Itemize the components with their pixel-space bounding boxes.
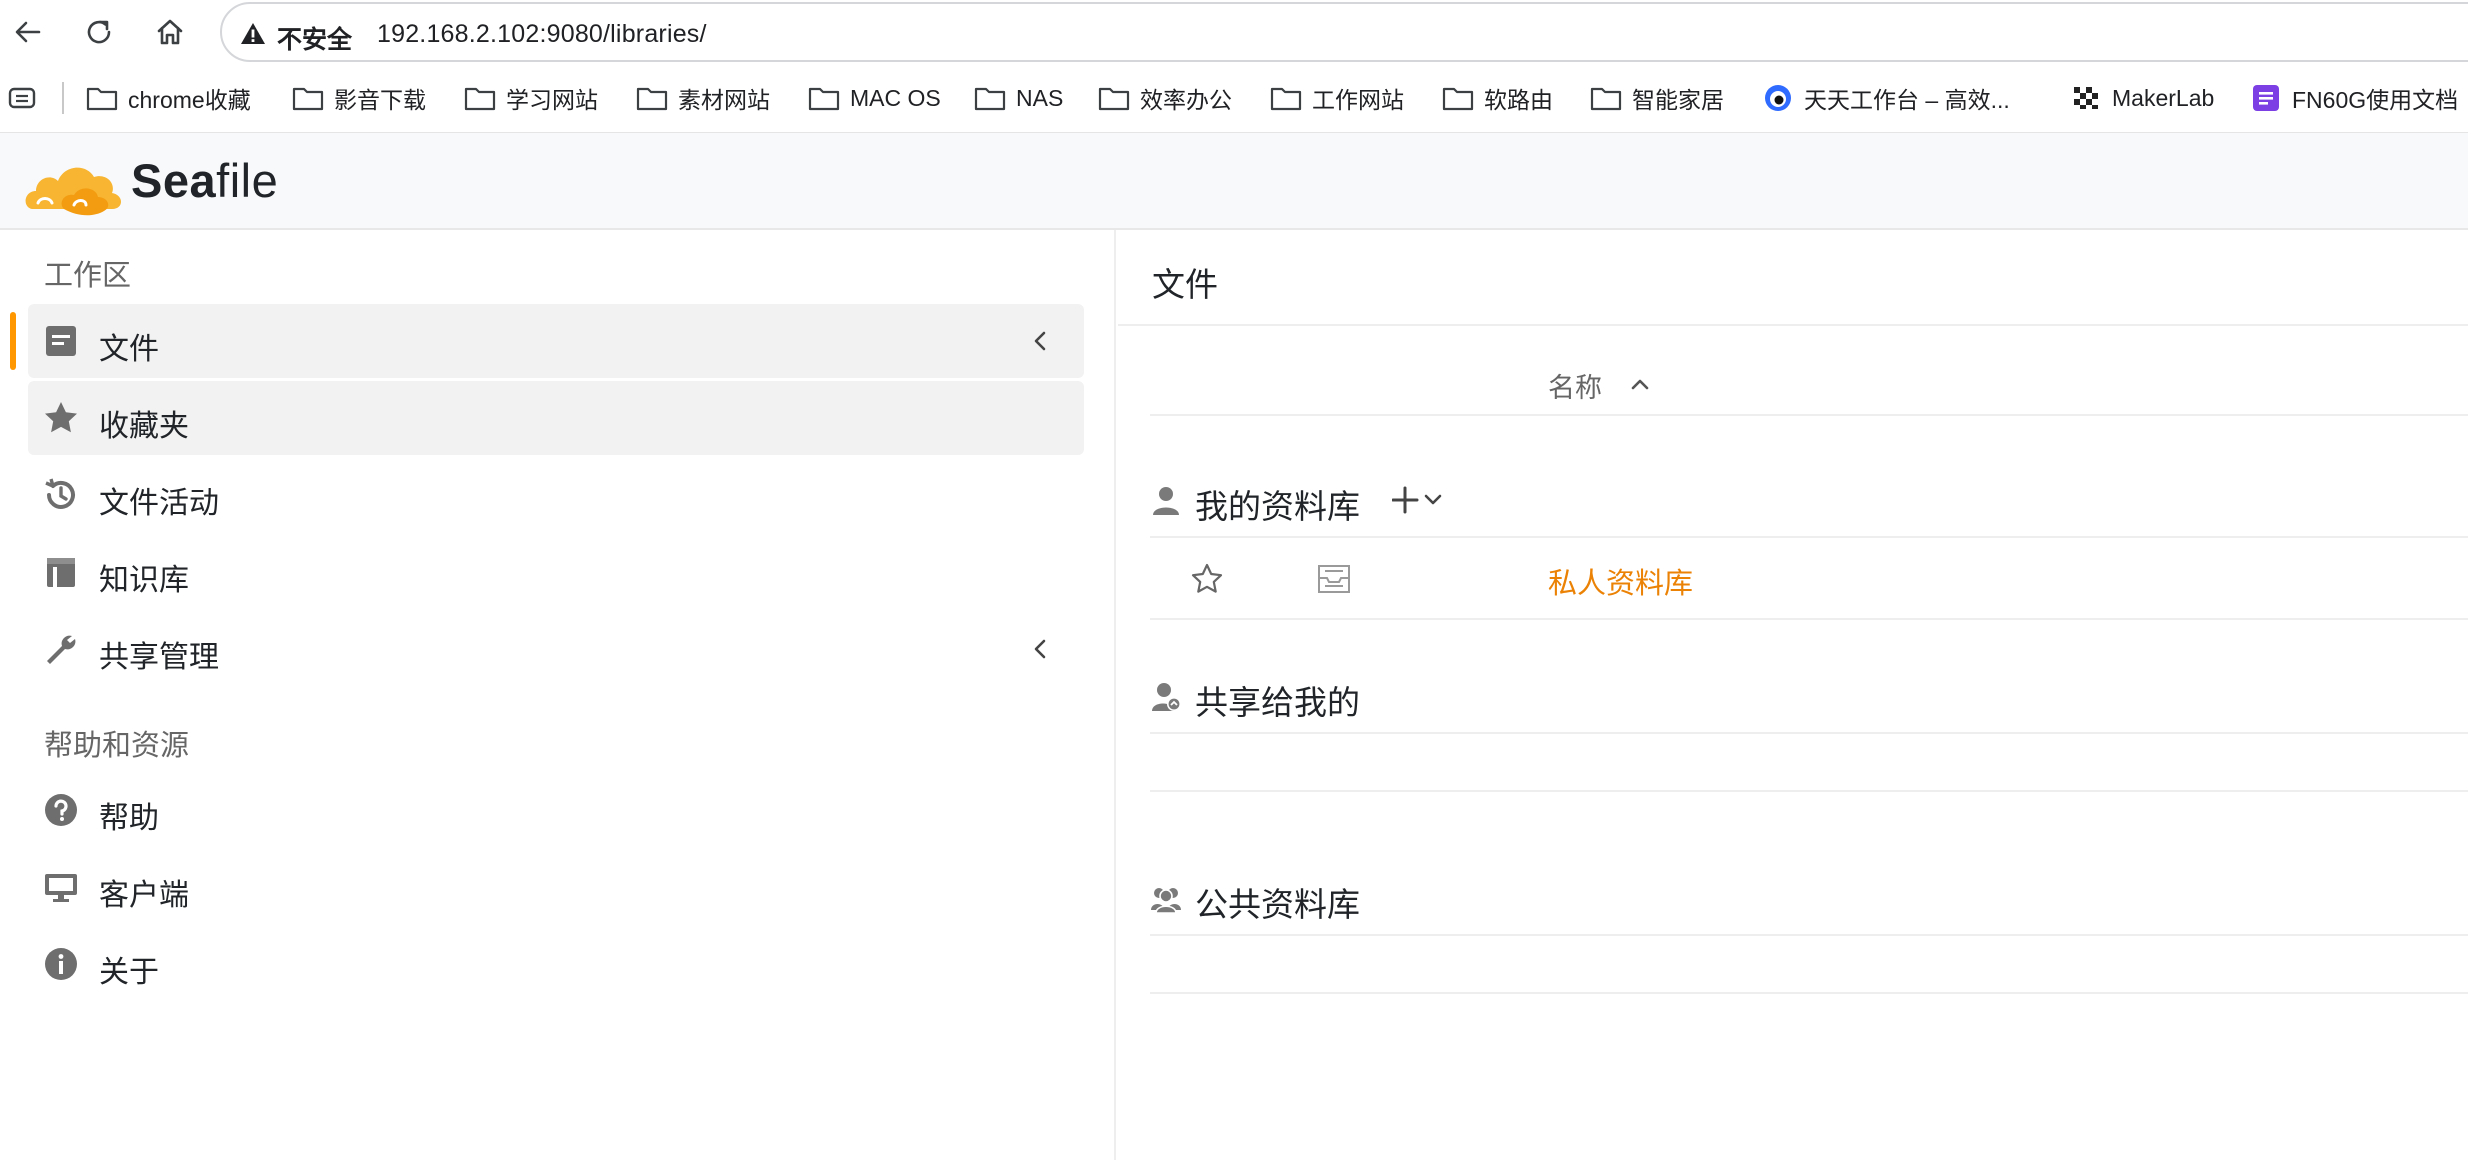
section-title: 公共资料库 xyxy=(1195,886,1360,923)
sidebar-item-wikis[interactable]: 知识库 xyxy=(28,535,1084,609)
library-row[interactable]: 私人资料库 xyxy=(1150,538,2468,620)
bookmark-daily-workbench[interactable]: 天天工作台 – 高效... xyxy=(1762,78,2010,118)
folder-icon xyxy=(974,87,1006,111)
folder-icon xyxy=(1590,87,1622,111)
workspace-heading: 工作区 xyxy=(44,260,132,292)
add-library-button[interactable] xyxy=(1392,482,1450,518)
url-text[interactable]: 192.168.2.102:9080/libraries/ xyxy=(377,20,707,49)
section-title: 我的资料库 xyxy=(1195,488,1360,525)
bookmark-soft-router[interactable]: 软路由 xyxy=(1442,78,1553,118)
sidebar-item-favorites[interactable]: 收藏夹 xyxy=(28,381,1084,455)
bookmark-fn60g-docs[interactable]: FN60G使用文档 xyxy=(2250,78,2458,118)
bookmarks-separator xyxy=(62,82,64,114)
main-content: 文件 名称 我的资料库 私人资料库 共享给我的 公共资料库 xyxy=(1118,230,2468,1160)
home-icon xyxy=(157,19,183,45)
tab-search-icon[interactable] xyxy=(8,86,40,110)
warning-icon xyxy=(241,23,265,44)
reload-button[interactable] xyxy=(77,10,121,54)
shared-with-me-section: 共享给我的 xyxy=(1150,660,2468,734)
chevron-left-icon[interactable] xyxy=(1028,328,1054,354)
sidebar-item-files[interactable]: 文件 xyxy=(10,304,1084,378)
info-icon xyxy=(45,948,77,980)
bookmarks-bar: chrome收藏 影音下载 学习网站 素材网站 MAC OS NAS 效率办公 … xyxy=(0,64,2468,132)
bookmark-productivity[interactable]: 效率办公 xyxy=(1098,78,1232,118)
table-header: 名称 xyxy=(1150,358,2468,416)
public-libraries-section: 公共资料库 xyxy=(1150,862,2468,936)
sidebar-item-clients[interactable]: 客户端 xyxy=(28,850,1084,924)
library-name-link[interactable]: 私人资料库 xyxy=(1548,560,1693,602)
sort-by-name[interactable]: 名称 xyxy=(1548,366,1602,405)
bookmark-media-download[interactable]: 影音下载 xyxy=(292,78,426,118)
wrench-icon xyxy=(47,635,76,664)
bookmark-mac-os[interactable]: MAC OS xyxy=(808,78,941,118)
sidebar-item-share-admin[interactable]: 共享管理 xyxy=(28,612,1084,686)
makerlab-favicon xyxy=(2074,87,2098,109)
folder-icon xyxy=(1270,87,1302,111)
arrow-left-icon xyxy=(15,21,41,43)
wiki-icon xyxy=(47,558,75,587)
folder-icon xyxy=(1442,87,1474,111)
bookmark-smart-home[interactable]: 智能家居 xyxy=(1590,78,1724,118)
seafile-logo-icon[interactable] xyxy=(24,147,132,219)
sidebar-item-about[interactable]: 关于 xyxy=(28,927,1084,1001)
bookmark-nas[interactable]: NAS xyxy=(974,78,1063,118)
help-icon xyxy=(45,794,77,826)
back-button[interactable] xyxy=(6,10,50,54)
folder-icon xyxy=(1098,87,1130,111)
library-icon xyxy=(1318,565,1350,593)
my-libraries-section: 我的资料库 xyxy=(1150,464,2468,538)
folder-icon xyxy=(808,87,840,111)
active-indicator xyxy=(10,312,16,370)
bookmark-makerlab[interactable]: MakerLab xyxy=(2070,78,2214,118)
history-icon xyxy=(45,478,75,509)
chevron-up-icon[interactable] xyxy=(1628,372,1652,396)
sidebar-item-file-activities[interactable]: 文件活动 xyxy=(28,458,1084,532)
empty-list-row xyxy=(1150,936,2468,994)
folder-icon xyxy=(292,87,324,111)
group-icon xyxy=(1151,888,1181,914)
monitor-icon xyxy=(45,874,77,902)
home-button[interactable] xyxy=(148,10,192,54)
app-header: Seafile xyxy=(0,132,2468,230)
doc-favicon xyxy=(2253,85,2279,111)
address-bar[interactable]: 不安全 192.168.2.102:9080/libraries/ xyxy=(220,2,2468,62)
security-status[interactable]: 不安全 xyxy=(277,20,352,56)
folder-icon xyxy=(636,87,668,111)
star-icon xyxy=(45,402,77,433)
user-icon xyxy=(1153,487,1179,515)
site-favicon xyxy=(1765,85,1791,111)
folder-icon xyxy=(464,87,496,111)
chevron-left-icon[interactable] xyxy=(1028,636,1054,662)
bookmark-learning-sites[interactable]: 学习网站 xyxy=(464,78,598,118)
section-title: 共享给我的 xyxy=(1195,684,1360,721)
help-heading: 帮助和资源 xyxy=(44,730,190,762)
bookmark-material-sites[interactable]: 素材网站 xyxy=(636,78,770,118)
file-icon xyxy=(46,326,76,356)
browser-toolbar: 不安全 192.168.2.102:9080/libraries/ xyxy=(0,0,2468,64)
seafile-logo-text[interactable]: Seafile xyxy=(131,153,278,208)
bookmark-work-sites[interactable]: 工作网站 xyxy=(1270,78,1404,118)
folder-icon xyxy=(86,87,118,111)
page-title: 文件 xyxy=(1152,266,1218,303)
reload-icon xyxy=(87,20,111,44)
main-title-bar: 文件 xyxy=(1118,230,2468,326)
star-outline-icon[interactable] xyxy=(1190,562,1224,596)
bookmark-chrome-favorites[interactable]: chrome收藏 xyxy=(86,78,251,118)
sidebar-item-help[interactable]: 帮助 xyxy=(28,773,1084,847)
sidebar: 工作区 文件 收藏夹 文件活动 知识库 共享管理 帮助和资源 帮助 客户端 关于 xyxy=(0,230,1116,1160)
shared-user-icon xyxy=(1152,683,1181,711)
empty-list-row xyxy=(1150,734,2468,792)
